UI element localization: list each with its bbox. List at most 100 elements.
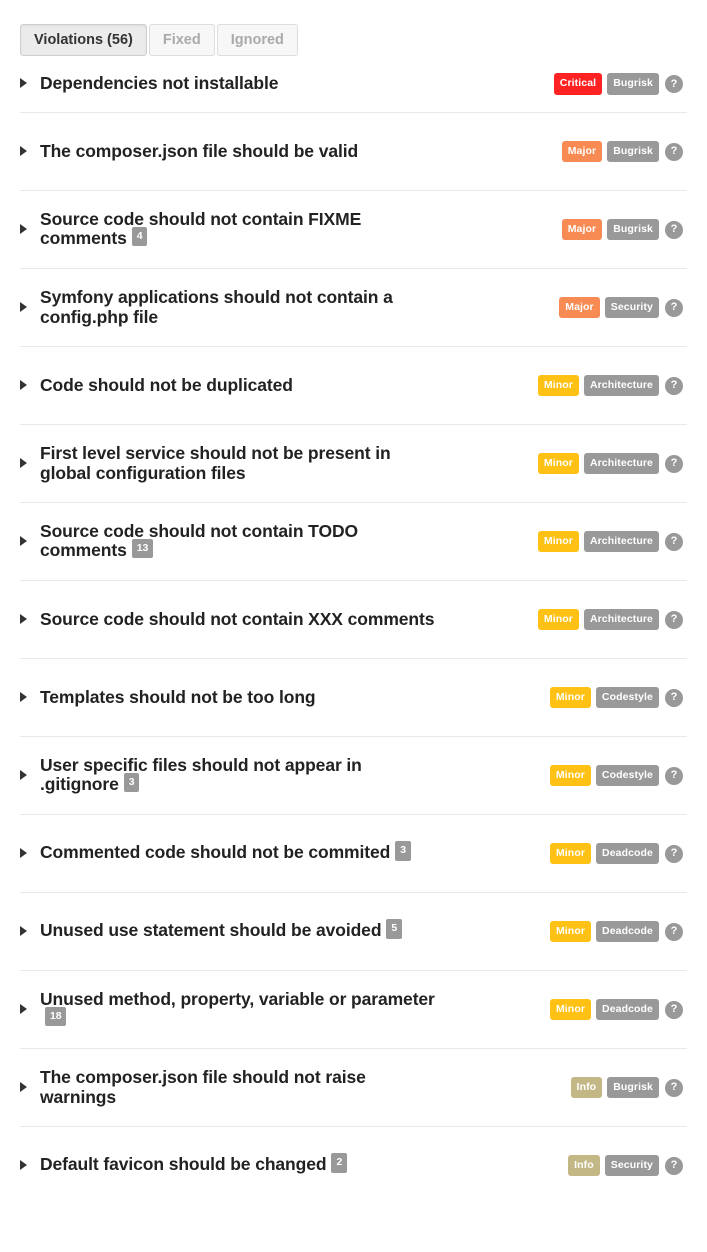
category-badge: Architecture bbox=[583, 530, 659, 553]
help-icon[interactable]: ? bbox=[665, 532, 683, 551]
severity-badge: Minor bbox=[549, 842, 592, 865]
expand-triangle-icon[interactable] bbox=[20, 848, 34, 860]
expand-triangle-icon[interactable] bbox=[20, 458, 34, 470]
help-icon[interactable]: ? bbox=[665, 766, 683, 785]
category-badge: Bugrisk bbox=[607, 218, 659, 241]
violation-title-wrap: Default favicon should be changed 2 bbox=[40, 1153, 348, 1175]
expand-triangle-icon[interactable] bbox=[20, 1160, 34, 1172]
help-icon[interactable]: ? bbox=[665, 220, 683, 239]
violation-count-badge: 3 bbox=[123, 772, 140, 793]
violation-title: First level service should not be presen… bbox=[40, 442, 391, 483]
violation-row[interactable]: User specific files should not appear in… bbox=[20, 736, 687, 814]
violation-title: Unused method, property, variable or par… bbox=[40, 988, 435, 1009]
violation-title: Commented code should not be commited bbox=[40, 842, 391, 863]
violation-header[interactable]: Source code should not contain FIXME com… bbox=[20, 209, 562, 250]
violation-meta: Critical Bugrisk? bbox=[553, 73, 683, 95]
violation-row[interactable]: Templates should not be too long Minor Cod… bbox=[20, 658, 687, 736]
category-badge: Deadcode bbox=[596, 998, 659, 1021]
violation-row[interactable]: Unused method, property, variable or par… bbox=[20, 970, 687, 1048]
violation-row[interactable]: The composer.json file should not raise … bbox=[20, 1048, 687, 1126]
expand-triangle-icon[interactable] bbox=[20, 536, 34, 548]
violation-header[interactable]: Unused method, property, variable or par… bbox=[20, 988, 550, 1030]
help-icon[interactable]: ? bbox=[665, 1078, 683, 1097]
violation-title-wrap: Commented code should not be commited 3 bbox=[40, 841, 411, 863]
severity-badge: Info bbox=[568, 1154, 600, 1177]
violation-row[interactable]: Source code should not contain FIXME com… bbox=[20, 190, 687, 268]
severity-badge: Minor bbox=[537, 608, 579, 631]
violation-header[interactable]: First level service should not be presen… bbox=[20, 442, 538, 483]
violation-header[interactable]: User specific files should not appear in… bbox=[20, 754, 550, 796]
violation-header[interactable]: The composer.json file should be valid bbox=[20, 140, 562, 162]
help-icon[interactable]: ? bbox=[665, 75, 683, 93]
violation-meta: Minor Codestyle? bbox=[549, 686, 683, 709]
help-icon[interactable]: ? bbox=[665, 844, 683, 863]
violation-count-badge: 4 bbox=[131, 226, 148, 247]
help-icon[interactable]: ? bbox=[665, 454, 683, 473]
violation-row[interactable]: Commented code should not be commited 3 Mi… bbox=[20, 814, 687, 892]
violation-title-wrap: Templates should not be too long bbox=[40, 687, 316, 708]
violation-row[interactable]: Unused use statement should be avoided 5 M… bbox=[20, 892, 687, 970]
expand-triangle-icon[interactable] bbox=[20, 380, 34, 392]
expand-triangle-icon[interactable] bbox=[20, 146, 34, 158]
category-badge: Codestyle bbox=[595, 686, 659, 709]
violation-meta: Minor Architecture? bbox=[537, 374, 683, 397]
help-icon[interactable]: ? bbox=[665, 376, 683, 395]
category-badge: Bugrisk bbox=[607, 140, 659, 163]
violation-header[interactable]: Templates should not be too long bbox=[20, 687, 550, 708]
expand-triangle-icon[interactable] bbox=[20, 224, 34, 236]
violation-row[interactable]: Default favicon should be changed 2 Info Se… bbox=[20, 1126, 687, 1204]
violation-meta: Minor Deadcode? bbox=[549, 842, 683, 865]
expand-triangle-icon[interactable] bbox=[20, 78, 34, 90]
violation-header[interactable]: Source code should not contain XXX comme… bbox=[20, 608, 538, 630]
violation-meta: Minor Deadcode? bbox=[549, 998, 683, 1021]
violation-title-wrap: The composer.json file should not raise … bbox=[40, 1067, 444, 1107]
violation-meta: Major Bugrisk? bbox=[561, 218, 683, 241]
violation-meta: Minor Architecture? bbox=[537, 608, 683, 631]
help-icon[interactable]: ? bbox=[665, 298, 683, 317]
category-badge: Architecture bbox=[583, 374, 659, 397]
expand-triangle-icon[interactable] bbox=[20, 614, 34, 626]
violation-row[interactable]: Symfony applications should not contain … bbox=[20, 268, 687, 346]
violation-header[interactable]: Symfony applications should not contain … bbox=[20, 286, 559, 327]
violation-title: User specific files should not appear in… bbox=[40, 754, 362, 795]
help-icon[interactable]: ? bbox=[665, 1000, 683, 1019]
violation-header[interactable]: Dependencies not installable bbox=[20, 73, 554, 94]
expand-triangle-icon[interactable] bbox=[20, 692, 34, 704]
violation-header[interactable]: Unused use statement should be avoided 5 bbox=[20, 919, 550, 941]
help-icon[interactable]: ? bbox=[665, 142, 683, 161]
violation-title-wrap: Source code should not contain TODO comm… bbox=[40, 521, 444, 562]
category-badge: Codestyle bbox=[595, 764, 659, 787]
violation-row[interactable]: The composer.json file should be valid Ma… bbox=[20, 112, 687, 190]
tab-fixed[interactable]: Fixed bbox=[148, 24, 215, 56]
violation-title: The composer.json file should be valid bbox=[40, 140, 359, 161]
help-icon[interactable]: ? bbox=[665, 1156, 683, 1175]
violation-row[interactable]: Dependencies not installable Critical Bugr… bbox=[20, 56, 687, 112]
violation-title: Symfony applications should not contain … bbox=[40, 286, 393, 327]
violation-meta: Minor Codestyle? bbox=[549, 764, 683, 787]
violation-row[interactable]: Source code should not contain XXX comme… bbox=[20, 580, 687, 658]
violation-title-wrap: Source code should not contain FIXME com… bbox=[40, 209, 444, 250]
tab-violations[interactable]: Violations (56) bbox=[20, 24, 147, 56]
severity-badge: Minor bbox=[549, 686, 591, 709]
help-icon[interactable]: ? bbox=[665, 610, 683, 629]
violation-count-badge: 18 bbox=[45, 1006, 67, 1027]
expand-triangle-icon[interactable] bbox=[20, 302, 34, 314]
violation-header[interactable]: Commented code should not be commited 3 bbox=[20, 841, 550, 863]
violation-header[interactable]: The composer.json file should not raise … bbox=[20, 1067, 571, 1107]
violation-title: Source code should not contain XXX comme… bbox=[40, 608, 435, 629]
expand-triangle-icon[interactable] bbox=[20, 926, 34, 938]
violation-row[interactable]: First level service should not be presen… bbox=[20, 424, 687, 502]
violation-header[interactable]: Default favicon should be changed 2 bbox=[20, 1153, 568, 1175]
tab-ignored[interactable]: Ignored bbox=[216, 24, 298, 56]
help-icon[interactable]: ? bbox=[665, 688, 683, 707]
violation-header[interactable]: Source code should not contain TODO comm… bbox=[20, 521, 538, 562]
expand-triangle-icon[interactable] bbox=[20, 770, 34, 782]
violation-header[interactable]: Code should not be duplicated bbox=[20, 375, 538, 396]
help-icon[interactable]: ? bbox=[665, 922, 683, 941]
violation-row[interactable]: Code should not be duplicated Minor Archit… bbox=[20, 346, 687, 424]
violation-row[interactable]: Source code should not contain TODO comm… bbox=[20, 502, 687, 580]
violation-title: Default favicon should be changed bbox=[40, 1154, 327, 1175]
expand-triangle-icon[interactable] bbox=[20, 1082, 34, 1094]
expand-triangle-icon[interactable] bbox=[20, 1004, 34, 1016]
violation-count-badge: 3 bbox=[395, 841, 411, 861]
